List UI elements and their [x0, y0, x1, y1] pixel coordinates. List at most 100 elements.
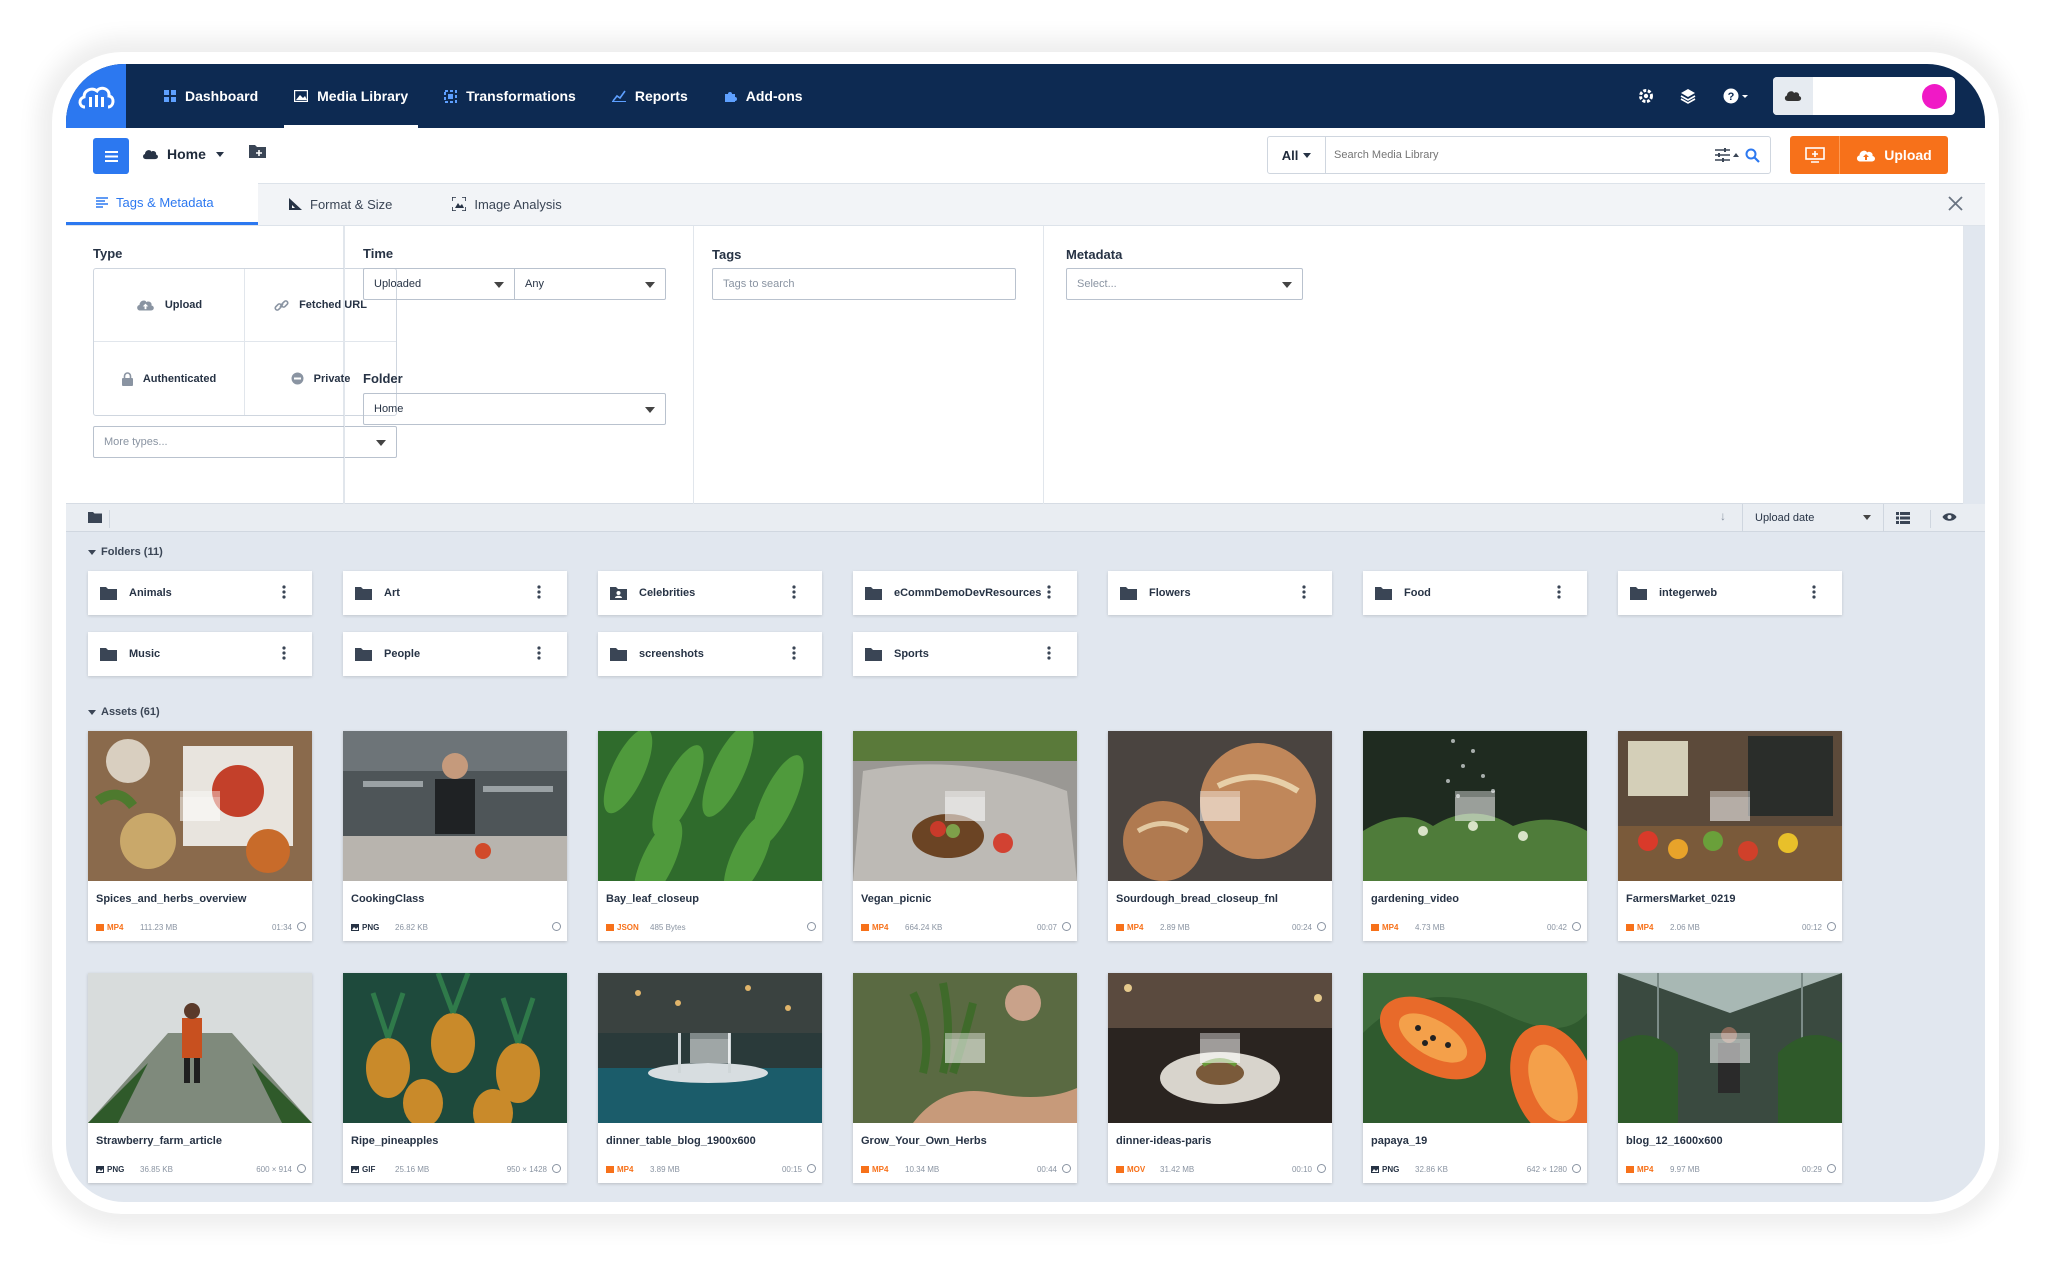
asset-thumbnail[interactable] [1363, 731, 1587, 881]
asset-type-label: MP4 [872, 1164, 889, 1174]
tab-image-analysis-label: Image Analysis [474, 196, 562, 212]
asset-card[interactable]: Strawberry_farm_article PNG 36.85 KB 600 × … [88, 973, 312, 1183]
asset-thumbnail[interactable] [598, 731, 822, 881]
time-field-dropdown[interactable]: Uploaded [363, 268, 515, 300]
advanced-search-icon[interactable] [1715, 148, 1739, 162]
video-type-icon [1626, 923, 1634, 931]
chevron-down-icon [215, 151, 224, 157]
folder-dropdown[interactable]: Home [363, 393, 666, 425]
asset-card[interactable]: dinner_table_blog_1900x600 MP4 3.89 MB 00:1… [598, 973, 822, 1183]
folder-card[interactable]: integerweb [1618, 571, 1842, 615]
avatar[interactable] [1922, 84, 1947, 109]
sidebar-toggle-button[interactable] [93, 138, 129, 174]
asset-type: MP4 [1626, 1165, 1670, 1174]
tags-input[interactable]: Tags to search [712, 268, 1016, 300]
asset-thumbnail[interactable] [1618, 731, 1842, 881]
folder-menu-button[interactable] [1047, 646, 1063, 663]
list-view-button[interactable] [1896, 511, 1910, 529]
time-range-dropdown[interactable]: Any [514, 268, 666, 300]
type-upload[interactable]: Upload [94, 269, 245, 342]
upload-button[interactable]: Upload [1840, 136, 1948, 174]
folder-menu-button[interactable] [537, 585, 553, 602]
folders-section-header[interactable]: Folders (11) [88, 546, 163, 558]
folder-name: screenshots [639, 648, 704, 660]
asset-card[interactable]: Bay_leaf_closeup JSON 485 Bytes [598, 731, 822, 941]
globe-icon [1827, 922, 1836, 931]
folder-icon [1375, 586, 1392, 600]
asset-thumbnail[interactable] [1618, 973, 1842, 1123]
asset-thumbnail[interactable] [853, 731, 1077, 881]
help-menu-button[interactable]: ? [1709, 64, 1763, 128]
preview-toggle-button[interactable] [1930, 510, 1968, 528]
folder-card[interactable]: eCommDemoDevResources [853, 571, 1077, 615]
folder-card[interactable]: Art [343, 571, 567, 615]
close-filters-button[interactable] [1948, 196, 1963, 216]
asset-card[interactable]: CookingClass PNG 26.82 KB [343, 731, 567, 941]
asset-thumbnail[interactable] [88, 731, 312, 881]
upload-widget-button[interactable] [1790, 136, 1840, 174]
folder-card[interactable]: Celebrities [598, 571, 822, 615]
asset-card[interactable]: FarmersMarket_0219 MP4 2.06 MB 00:12 [1618, 731, 1842, 941]
asset-thumbnail[interactable] [598, 973, 822, 1123]
folder-card[interactable]: Music [88, 632, 312, 676]
folder-card[interactable]: screenshots [598, 632, 822, 676]
folder-menu-button[interactable] [792, 646, 808, 663]
assets-section-header[interactable]: Assets (61) [88, 706, 160, 718]
folder-card[interactable]: Food [1363, 571, 1587, 615]
folder-menu-button[interactable] [537, 646, 553, 663]
asset-card[interactable]: Spices_and_herbs_overview MP4 111.23 MB 01:… [88, 731, 312, 941]
sort-direction-icon[interactable]: ↓ [1720, 509, 1726, 523]
asset-thumbnail[interactable] [343, 973, 567, 1123]
metadata-dropdown[interactable]: Select... [1066, 268, 1303, 300]
asset-card[interactable]: Ripe_pineapples GIF 25.16 MB 950 × 1428 [343, 973, 567, 1183]
asset-thumbnail[interactable] [1363, 973, 1587, 1123]
globe-icon [807, 1164, 816, 1173]
nav-addons[interactable]: Add-ons [706, 64, 821, 128]
tab-tags-metadata[interactable]: Tags & Metadata [66, 183, 258, 225]
breadcrumb[interactable]: Home [142, 146, 224, 162]
folder-menu-button[interactable] [282, 646, 298, 663]
asset-card[interactable]: dinner-ideas-paris MOV 31.42 MB 00:10 [1108, 973, 1332, 1183]
cloudinary-logo[interactable] [66, 64, 126, 128]
asset-thumbnail[interactable] [853, 973, 1077, 1123]
type-authenticated[interactable]: Authenticated [94, 342, 245, 415]
account-switcher[interactable] [1773, 77, 1955, 115]
settings-button[interactable] [1625, 64, 1667, 128]
asset-thumbnail[interactable] [88, 973, 312, 1123]
folder-plus-icon [249, 145, 266, 158]
tab-image-analysis[interactable]: Image Analysis [422, 183, 591, 225]
whats-new-button[interactable] [1667, 64, 1709, 128]
asset-card[interactable]: Grow_Your_Own_Herbs MP4 10.34 MB 00:44 [853, 973, 1077, 1183]
folder-menu-button[interactable] [792, 585, 808, 602]
asset-card[interactable]: Vegan_picnic MP4 664.24 KB 00:07 [853, 731, 1077, 941]
search-input[interactable] [1326, 138, 1715, 172]
tab-format-size[interactable]: Format & Size [258, 183, 422, 225]
asset-thumbnail[interactable] [1108, 731, 1332, 881]
folder-menu-button[interactable] [1557, 585, 1573, 602]
asset-card[interactable]: papaya_19 PNG 32.86 KB 642 × 1280 [1363, 973, 1587, 1183]
search-icon[interactable] [1745, 148, 1760, 163]
folder-menu-button[interactable] [1302, 585, 1318, 602]
nav-dashboard[interactable]: Dashboard [146, 64, 276, 128]
nav-reports[interactable]: Reports [594, 64, 706, 128]
asset-thumbnail[interactable] [1108, 973, 1332, 1123]
asset-card[interactable]: blog_12_1600x600 MP4 9.97 MB 00:29 [1618, 973, 1842, 1183]
asset-card[interactable]: gardening_video MP4 4.73 MB 00:42 [1363, 731, 1587, 941]
asset-card[interactable]: Sourdough_bread_closeup_fnl MP4 2.89 MB 00:… [1108, 731, 1332, 941]
folder-card[interactable]: People [343, 632, 567, 676]
folder-menu-button[interactable] [1812, 585, 1828, 602]
folder-tree-toggle[interactable] [80, 510, 110, 528]
folder-card[interactable]: Animals [88, 571, 312, 615]
folder-menu-button[interactable] [1047, 585, 1063, 602]
search-scope-dropdown[interactable]: All [1268, 137, 1326, 173]
nav-media-library[interactable]: Media Library [276, 64, 426, 128]
sort-dropdown[interactable]: Upload date [1742, 504, 1884, 532]
asset-thumbnail[interactable] [343, 731, 567, 881]
new-folder-button[interactable] [249, 144, 266, 163]
hamburger-icon [104, 150, 118, 162]
folder-menu-button[interactable] [282, 585, 298, 602]
folder-card[interactable]: Sports [853, 632, 1077, 676]
nav-transformations[interactable]: Transformations [426, 64, 594, 128]
folder-card[interactable]: Flowers [1108, 571, 1332, 615]
asset-type: PNG [1371, 1165, 1415, 1174]
